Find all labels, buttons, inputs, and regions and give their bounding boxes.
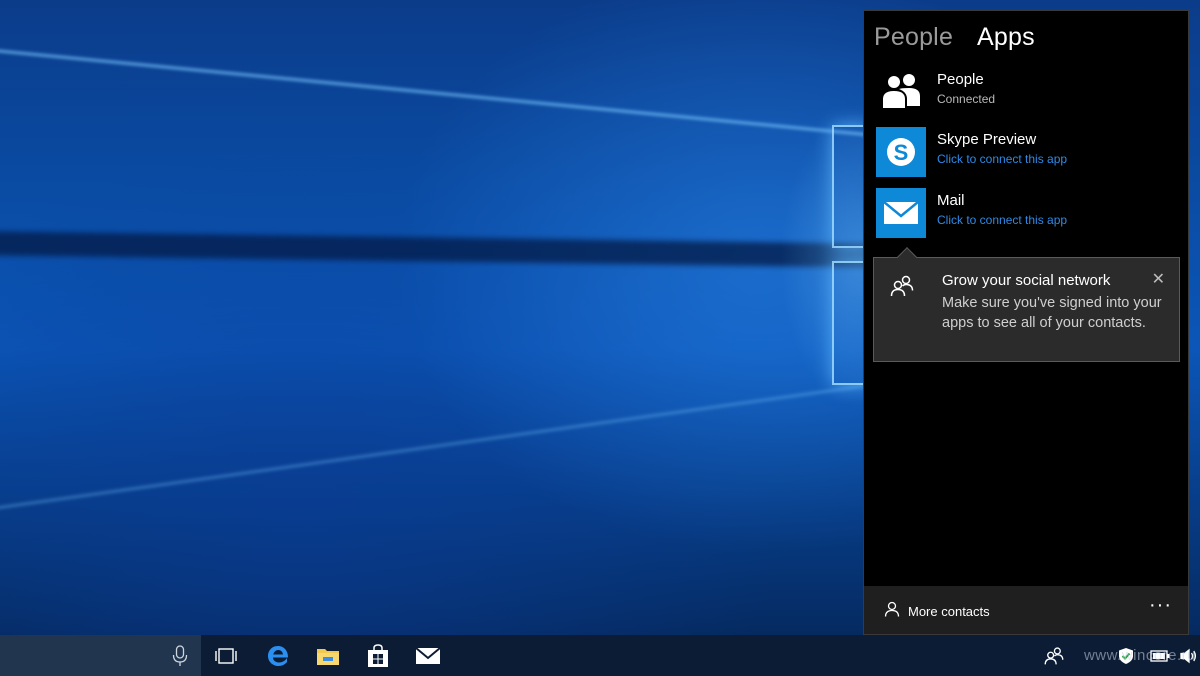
app-name: People: [937, 71, 984, 88]
app-name: Mail: [937, 192, 965, 209]
more-contacts-label: More contacts: [908, 604, 990, 619]
tab-people[interactable]: People: [874, 23, 953, 52]
flyout-tabs: People Apps: [874, 23, 1035, 52]
social-network-tip: Grow your social network Make sure you'v…: [873, 247, 1180, 362]
mail-icon: [876, 188, 926, 238]
person-icon: [884, 601, 900, 622]
search-box[interactable]: [0, 635, 201, 676]
watermark-text: www.wincore.ru: [1083, 647, 1196, 664]
more-contacts-button[interactable]: More contacts: [884, 601, 990, 622]
app-status: Connected: [937, 92, 996, 106]
tab-apps[interactable]: Apps: [977, 23, 1035, 52]
connect-app-link[interactable]: Click to connect this app: [937, 152, 1067, 166]
svg-text:S: S: [894, 140, 909, 165]
taskbar: www.wincore.ru: [0, 635, 1200, 676]
people-icon: [876, 67, 926, 117]
flyout-footer: More contacts ···: [864, 586, 1188, 634]
close-icon[interactable]: ✕: [1152, 269, 1165, 289]
tip-body: Make sure you've signed into your apps t…: [942, 295, 1162, 331]
task-view-icon[interactable]: [202, 635, 250, 676]
file-explorer-icon[interactable]: [304, 635, 352, 676]
edge-icon[interactable]: [254, 635, 302, 676]
people-flyout: People Apps People Connected S Skype Pre…: [863, 10, 1189, 635]
tip-title: Grow your social network: [942, 272, 1111, 289]
people-icon: [890, 274, 914, 298]
store-icon[interactable]: [354, 635, 402, 676]
app-name: Skype Preview: [937, 131, 1037, 148]
tray-people-icon[interactable]: [1044, 635, 1064, 676]
app-row-mail[interactable]: Mail Click to connect this app: [876, 188, 1176, 238]
skype-icon: S: [876, 127, 926, 177]
app-row-skype[interactable]: S Skype Preview Click to connect this ap…: [876, 127, 1176, 177]
app-row-people[interactable]: People Connected: [876, 67, 1176, 117]
connect-app-link[interactable]: Click to connect this app: [937, 213, 1067, 227]
microphone-icon[interactable]: [172, 645, 188, 667]
more-options-button[interactable]: ···: [1149, 594, 1172, 617]
mail-icon[interactable]: [404, 635, 452, 676]
